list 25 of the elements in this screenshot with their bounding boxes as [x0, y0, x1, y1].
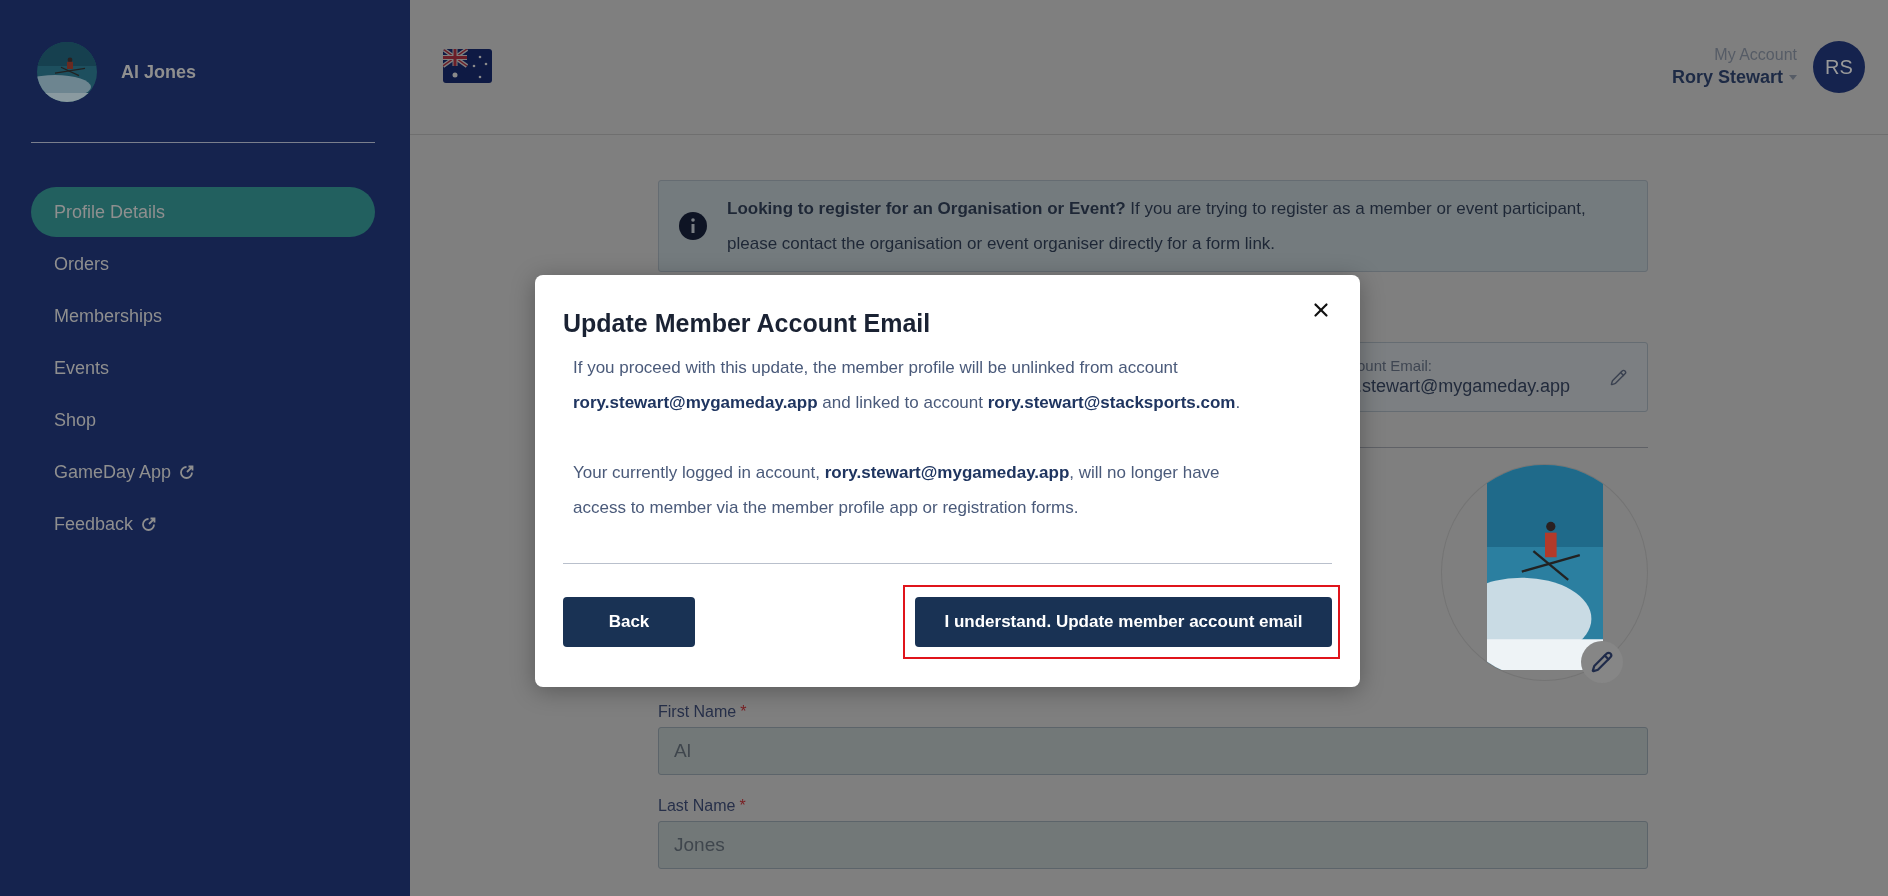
field-label: Last Name	[658, 797, 736, 815]
back-button[interactable]: Back	[563, 597, 695, 647]
nav-item[interactable]: Memberships	[31, 291, 375, 341]
required-mark: *	[740, 703, 747, 721]
edit-photo-button[interactable]	[1581, 641, 1623, 683]
flag-icon[interactable]	[443, 49, 492, 83]
modal-paragraph: If you proceed with this update, the member profile will be unlinked from account rory.stewart@mygameday.app and linked to account rory.stewart@stacksports.com.	[573, 357, 1242, 414]
confirm-button[interactable]: I understand. Update member account email	[915, 597, 1332, 647]
pencil-icon	[1591, 651, 1613, 673]
nav-item[interactable]: Shop	[31, 395, 375, 445]
field-value: .stewart@mygameday.app	[1357, 376, 1572, 397]
account-name[interactable]: Rory Stewart	[1671, 67, 1783, 88]
info-text: Looking to register for an Organisation or Event? If you are trying to register as a member or event participant, please contact the organisation or event organiser directly for a form link.	[727, 198, 1587, 255]
nav-item[interactable]: Events	[31, 343, 375, 393]
field-label: First Name	[658, 703, 737, 721]
modal-title: Update Member Account Email	[563, 309, 931, 338]
pencil-icon[interactable]	[1610, 368, 1627, 386]
info-icon	[679, 212, 707, 240]
nav-item[interactable]: GameDay App	[31, 447, 375, 497]
required-mark: *	[739, 797, 746, 815]
user-avatar[interactable]: RS	[1813, 41, 1865, 93]
nav-item[interactable]: Feedback	[31, 499, 375, 549]
modal-paragraph: Your currently logged in account, rory.stewart@mygameday.app, will no longer have access to member via the member profile app or registration forms.	[573, 462, 1221, 519]
nav-item[interactable]: Orders	[31, 239, 375, 289]
user-name: Al Jones	[121, 61, 197, 83]
